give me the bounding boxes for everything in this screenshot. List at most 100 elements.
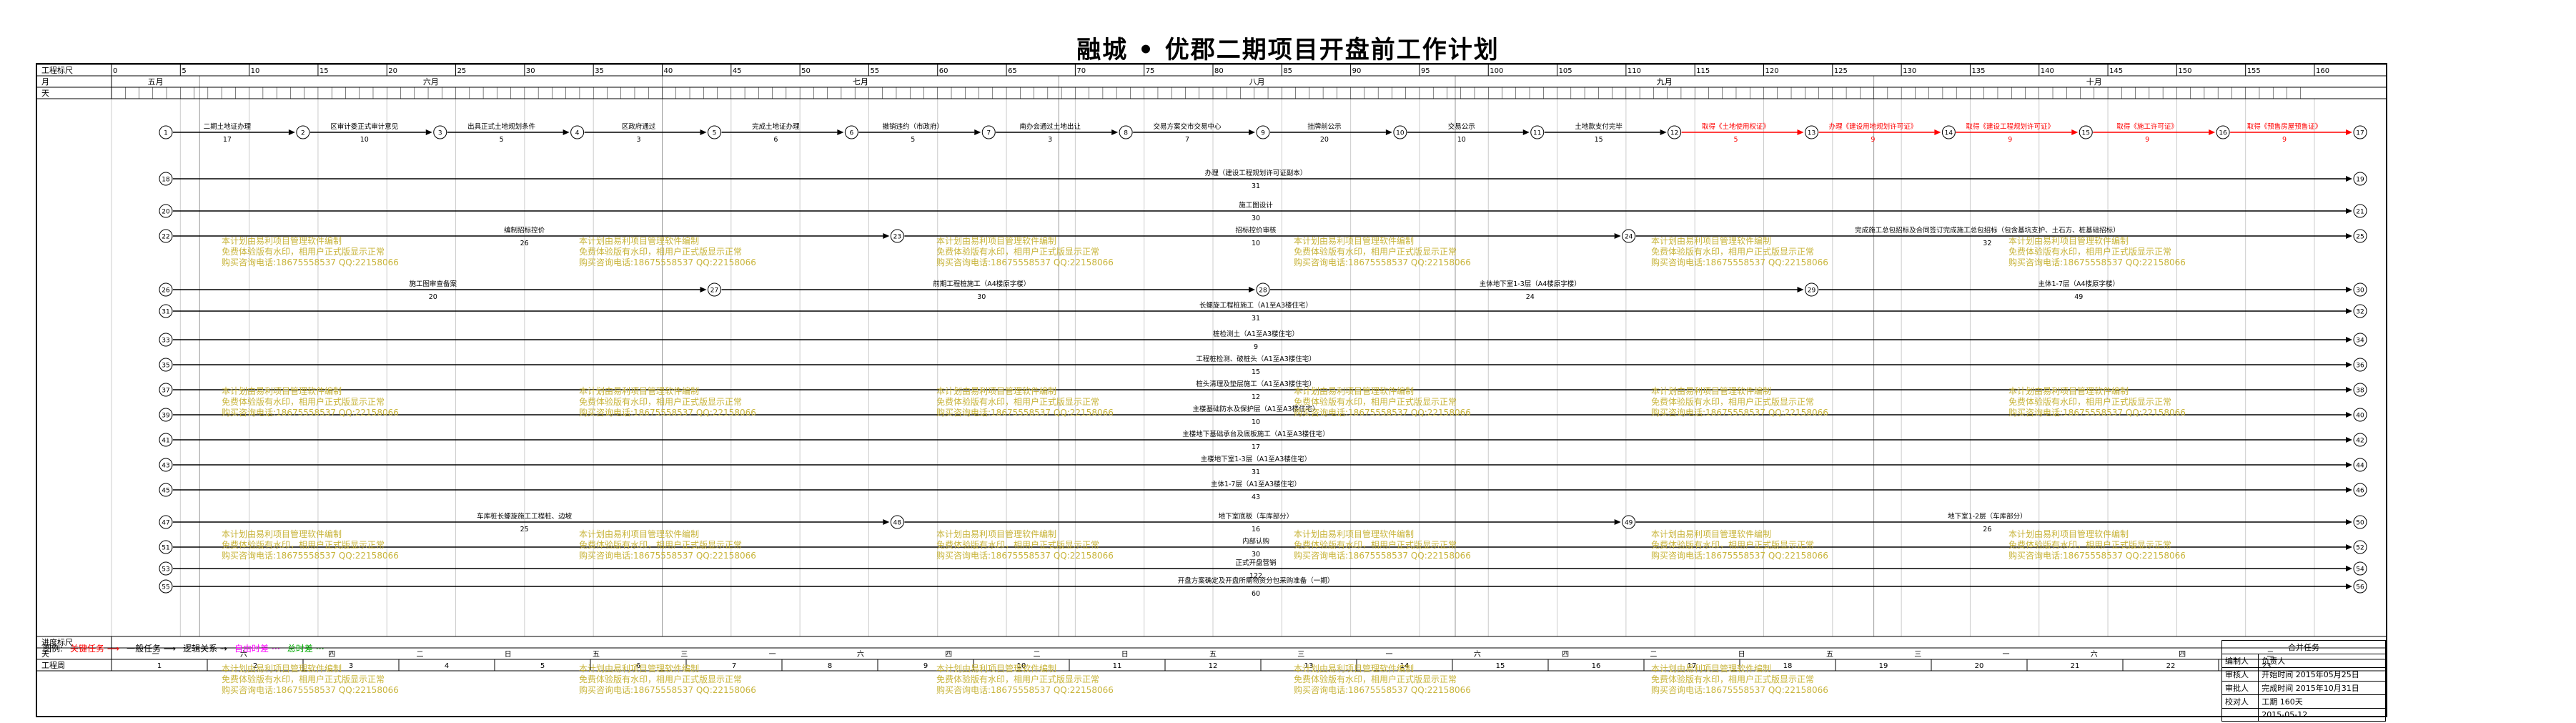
ruler-tick-label: 80 bbox=[1214, 67, 1224, 75]
ruler-tick-label: 145 bbox=[2109, 67, 2123, 75]
task-label: 办理《建设用地规划许可证》 bbox=[1829, 122, 1918, 131]
ruler-tick-label: 105 bbox=[1559, 67, 1572, 75]
month-label: 七月 bbox=[853, 77, 868, 87]
arrow-head bbox=[2346, 437, 2352, 443]
watermark: 本计划由易利项目管理软件编制 免费体验版有水印，相用户正式版显示正常 购买咨询电话:… bbox=[1651, 236, 1828, 267]
event-node-number: 48 bbox=[893, 520, 902, 527]
ruler-tick-label: 55 bbox=[870, 67, 879, 75]
task-duration: 3 bbox=[1048, 136, 1052, 144]
event-node-number: 47 bbox=[162, 520, 169, 527]
event-node-number: 1 bbox=[164, 130, 168, 137]
task-label: 内部认购 bbox=[1242, 537, 1269, 546]
watermark: 本计划由易利项目管理软件编制 免费体验版有水印，相用户正式版显示正常 购买咨询电话:… bbox=[1651, 529, 1828, 561]
watermark: 本计划由易利项目管理软件编制 免费体验版有水印，相用户正式版显示正常 购买咨询电话:… bbox=[936, 386, 1114, 418]
arrow-head bbox=[2346, 462, 2352, 468]
legend-item-normal: 一般任务 ⟶ bbox=[127, 644, 177, 654]
task-label: 编制招标控价 bbox=[504, 226, 545, 235]
arrow-head bbox=[1249, 129, 1255, 135]
event-node-number: 36 bbox=[2356, 363, 2364, 370]
arrow-head bbox=[288, 129, 295, 135]
task-label: 完成土地证办理 bbox=[752, 122, 800, 131]
task-duration: 7 bbox=[1185, 136, 1189, 144]
month-label: 八月 bbox=[1249, 77, 1265, 87]
watermark: 本计划由易利项目管理软件编制 免费体验版有水印，相用户正式版显示正常 购买咨询电话:… bbox=[2008, 236, 2186, 267]
weekday-label: 一 bbox=[769, 651, 776, 659]
ruler-tick-label: 10 bbox=[251, 67, 260, 75]
task-duration: 9 bbox=[2282, 136, 2287, 144]
task-label: 前期工程桩施工（A4楼原字楼） bbox=[933, 280, 1030, 288]
watermark: 本计划由易利项目管理软件编制 免费体验版有水印，相用户正式版显示正常 购买咨询电话:… bbox=[1294, 236, 1471, 267]
arrow-head bbox=[700, 129, 707, 135]
arrow-head bbox=[2346, 287, 2352, 292]
legend-item-logic: 逻辑关系 ⇢ bbox=[183, 644, 228, 654]
task-duration: 60 bbox=[1252, 590, 1260, 598]
watermark: 本计划由易利项目管理软件编制 免费体验版有水印，相用户正式版显示正常 购买咨询电话:… bbox=[579, 529, 756, 561]
ruler-tick-label: 75 bbox=[1146, 67, 1155, 75]
signoff-cell: 负责人 bbox=[2258, 654, 2386, 668]
event-node-number: 46 bbox=[2356, 488, 2364, 495]
task-duration: 10 bbox=[1252, 418, 1260, 426]
task-label: 出具正式土地规划条件 bbox=[467, 122, 536, 131]
week-label: 4 bbox=[445, 662, 449, 670]
event-node-number: 10 bbox=[1396, 130, 1405, 137]
arrow-head bbox=[2346, 308, 2352, 314]
arrow-head bbox=[2346, 519, 2352, 525]
task-label: 挂牌前公示 bbox=[1307, 122, 1342, 131]
event-node-number: 20 bbox=[162, 209, 170, 216]
month-label: 六月 bbox=[423, 77, 439, 87]
task-duration: 5 bbox=[1734, 136, 1738, 144]
event-node-number: 42 bbox=[2356, 438, 2364, 445]
watermark: 本计划由易利项目管理软件编制 免费体验版有水印，相用户正式版显示正常 购买咨询电话:… bbox=[222, 236, 399, 267]
week-label: 9 bbox=[923, 662, 928, 670]
task-label: 正式开盘营销 bbox=[1235, 559, 1277, 567]
task-label: 取得《建设工程规划许可证》 bbox=[1966, 122, 2055, 131]
header-row-label: 天 bbox=[41, 89, 49, 98]
ruler-tick-label: 40 bbox=[664, 67, 673, 75]
task-duration: 30 bbox=[977, 293, 986, 301]
task-duration: 25 bbox=[520, 526, 529, 533]
task-duration: 20 bbox=[1320, 136, 1329, 144]
signoff-table: 合并任务 编制人 负责人 审核人 开始时间 2015年05月25日 审批人 完成时间 … bbox=[2221, 640, 2386, 722]
arrow-head bbox=[2346, 412, 2352, 418]
event-node-number: 17 bbox=[2356, 130, 2364, 137]
task-label: 取得《预售房屋预售证》 bbox=[2247, 122, 2322, 131]
event-node-number: 31 bbox=[162, 309, 169, 316]
task-duration: 9 bbox=[2145, 136, 2149, 144]
legend-item-free-float: 自由时差 ⋯ bbox=[234, 644, 280, 654]
event-node-number: 21 bbox=[2356, 209, 2364, 216]
arrow-head bbox=[2346, 487, 2352, 493]
week-label: 11 bbox=[1113, 662, 1122, 670]
event-node-number: 11 bbox=[1533, 130, 1541, 137]
task-label: 交易公示 bbox=[1448, 122, 1475, 131]
task-label: 地下室底板（车库部分） bbox=[1219, 512, 1294, 521]
task-label: 取得《土地使用权证》 bbox=[1702, 122, 1770, 131]
event-node-number: 7 bbox=[986, 130, 991, 137]
event-node-number: 43 bbox=[162, 463, 169, 470]
ruler-tick-label: 125 bbox=[1834, 67, 1848, 75]
weekday-label: 四 bbox=[1562, 651, 1569, 659]
arrow-head bbox=[700, 287, 707, 292]
event-node-number: 56 bbox=[2356, 584, 2364, 591]
task-label: 工程桩检测、破桩头（A1至A3楼住宅） bbox=[1196, 355, 1316, 363]
signoff-header: 合并任务 bbox=[2221, 640, 2386, 654]
task-duration: 30 bbox=[1252, 215, 1260, 222]
week-label: 20 bbox=[1975, 662, 1984, 670]
task-duration: 15 bbox=[1595, 136, 1603, 144]
arrow-head bbox=[1934, 129, 1941, 135]
event-node-number: 35 bbox=[162, 363, 169, 370]
task-label: 长螺旋工程桩施工（A1至A3楼住宅） bbox=[1199, 301, 1312, 310]
week-label: 8 bbox=[828, 662, 832, 670]
watermark: 本计划由易利项目管理软件编制 免费体验版有水印，相用户正式版显示正常 购买咨询电话:… bbox=[222, 386, 399, 418]
month-label: 五月 bbox=[148, 77, 164, 87]
arrow-head bbox=[2346, 362, 2352, 368]
ruler-tick-label: 95 bbox=[1421, 67, 1430, 75]
ruler-tick-label: 30 bbox=[526, 67, 535, 75]
task-label: 主楼地下室1-3层（A1至A3楼住宅） bbox=[1201, 455, 1312, 463]
arrow-head bbox=[2346, 584, 2352, 589]
event-node-number: 54 bbox=[2356, 566, 2364, 574]
ruler-tick-label: 110 bbox=[1628, 67, 1641, 75]
task-label: 土地款支付完毕 bbox=[1575, 122, 1623, 131]
arrow-head bbox=[563, 129, 570, 135]
arrow-head bbox=[837, 129, 844, 135]
watermark: 本计划由易利项目管理软件编制 免费体验版有水印，相用户正式版显示正常 购买咨询电话:… bbox=[2008, 529, 2186, 561]
